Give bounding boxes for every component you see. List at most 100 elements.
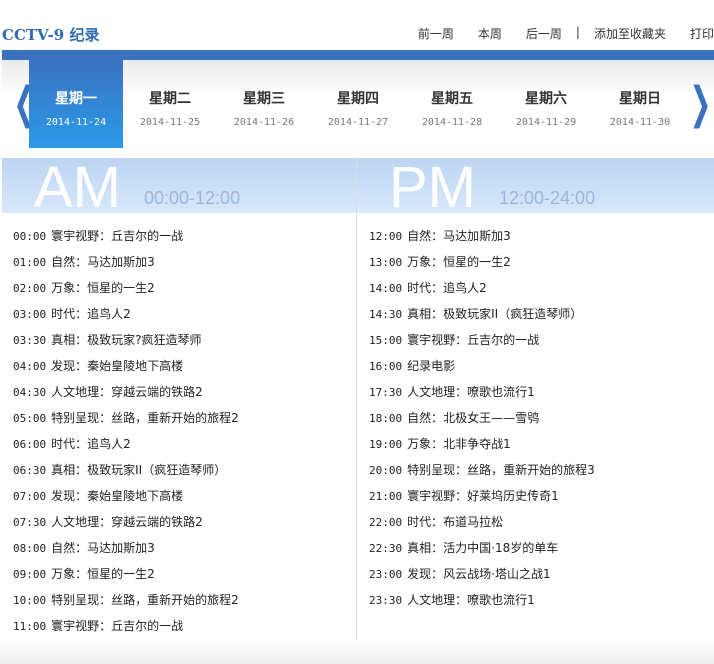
tab-day[interactable]: 星期一 2014-11-24: [29, 60, 123, 148]
program-title: 特别呈现：丝路，重新开始的旅程2: [51, 593, 239, 607]
program-title: 人文地理：嘹歌也流行1: [407, 593, 535, 607]
program-title: 真相：极致玩家?疯狂造琴师: [51, 333, 202, 347]
tab-day[interactable]: 星期五 2014-11-28: [405, 60, 499, 148]
program-title: 人文地理：穿越云端的铁路2: [51, 515, 203, 529]
program-time: 03:00: [13, 308, 47, 321]
program-row[interactable]: 04:00 发现：秦始皇陵地下高楼: [13, 356, 239, 382]
program-title: 自然：马达加斯加3: [51, 255, 155, 269]
program-row[interactable]: 18:00 自然：北极女王——雪鸮: [369, 408, 595, 434]
program-row[interactable]: 12:00 自然：马达加斯加3: [369, 226, 595, 252]
program-row[interactable]: 06:30 真相：极致玩家II（疯狂造琴师）: [13, 460, 239, 486]
tab-day-name: 星期四: [337, 91, 379, 107]
program-row[interactable]: 07:00 发现：秦始皇陵地下高楼: [13, 486, 239, 512]
next-arrow-icon[interactable]: ❯: [689, 82, 711, 126]
program-title: 寰宇视野：丘吉尔的一战: [407, 333, 540, 347]
tab-date: 2014-11-26: [233, 117, 295, 128]
program-title: 万象：恒星的一生2: [407, 255, 511, 269]
next-week-link[interactable]: 后一周: [526, 25, 562, 42]
tab-day[interactable]: 星期六 2014-11-29: [499, 60, 593, 148]
program-row[interactable]: 09:00 万象：恒星的一生2: [13, 564, 239, 590]
program-time: 06:30: [13, 464, 47, 477]
program-title: 特别呈现：丝路，重新开始的旅程3: [407, 463, 595, 477]
print-link[interactable]: 打印: [690, 25, 714, 42]
program-time: 23:00: [369, 568, 403, 581]
program-row[interactable]: 23:30 人文地理：嘹歌也流行1: [369, 590, 595, 616]
program-time: 09:00: [13, 568, 47, 581]
program-title: 时代：追鸟人2: [51, 307, 131, 321]
program-row[interactable]: 17:30 人文地理：嘹歌也流行1: [369, 382, 595, 408]
tab-date: 2014-11-30: [609, 117, 671, 128]
program-title: 万象：恒星的一生2: [51, 281, 155, 295]
header-bar: [2, 50, 714, 60]
program-time: 05:00: [13, 412, 47, 425]
pm-range: 12:00-24:00: [499, 188, 596, 208]
program-row[interactable]: 22:30 真相：活力中国·18岁的单车: [369, 538, 595, 564]
program-title: 人文地理：嘹歌也流行1: [407, 385, 535, 399]
tab-day[interactable]: 星期三 2014-11-26: [217, 60, 311, 148]
program-row[interactable]: 00:00 寰宇视野：丘吉尔的一战: [13, 226, 239, 252]
program-row[interactable]: 21:00 寰宇视野：好莱坞历史传奇1: [369, 486, 595, 512]
program-row[interactable]: 01:00 自然：马达加斯加3: [13, 252, 239, 278]
program-time: 14:00: [369, 282, 403, 295]
program-time: 21:00: [369, 490, 403, 503]
program-time: 19:00: [369, 438, 403, 451]
program-row[interactable]: 22:00 时代：布道马拉松: [369, 512, 595, 538]
pm-schedule: 12:00 自然：马达加斯加3 13:00 万象：恒星的一生2 14:00 时代：追鸟人2…: [369, 226, 595, 616]
program-row[interactable]: 08:00 自然：马达加斯加3: [13, 538, 239, 564]
program-row[interactable]: 10:00 特别呈现：丝路，重新开始的旅程2: [13, 590, 239, 616]
pm-label: PM: [389, 155, 476, 220]
program-time: 08:00: [13, 542, 47, 555]
prev-week-link[interactable]: 前一周: [418, 25, 454, 42]
program-row[interactable]: 15:00 寰宇视野：丘吉尔的一战: [369, 330, 595, 356]
program-row[interactable]: 05:00 特别呈现：丝路，重新开始的旅程2: [13, 408, 239, 434]
tab-date: 2014-11-28: [421, 117, 483, 128]
program-time: 04:30: [13, 386, 47, 399]
tab-day-name: 星期三: [243, 91, 285, 107]
tab-day-name: 星期六: [525, 91, 567, 107]
tab-date: 2014-11-24: [45, 117, 107, 128]
am-label: AM: [34, 155, 121, 220]
program-title: 人文地理：穿越云端的铁路2: [51, 385, 203, 399]
top-links: 前一周 本周 后一周 | 添加至收藏夹 打印: [394, 25, 714, 42]
add-favorite-link[interactable]: 添加至收藏夹: [594, 25, 666, 42]
program-row[interactable]: 20:00 特别呈现：丝路，重新开始的旅程3: [369, 460, 595, 486]
program-time: 11:00: [13, 620, 47, 633]
program-row[interactable]: 13:00 万象：恒星的一生2: [369, 252, 595, 278]
program-row[interactable]: 23:00 发现：风云战场·塔山之战1: [369, 564, 595, 590]
program-title: 时代：追鸟人2: [407, 281, 487, 295]
program-row[interactable]: 04:30 人文地理：穿越云端的铁路2: [13, 382, 239, 408]
program-title: 发现：秦始皇陵地下高楼: [51, 489, 184, 503]
program-row[interactable]: 02:00 万象：恒星的一生2: [13, 278, 239, 304]
program-title: 时代：布道马拉松: [407, 515, 504, 529]
program-time: 17:30: [369, 386, 403, 399]
program-time: 14:30: [369, 308, 403, 321]
footer: [0, 640, 714, 664]
program-time: 02:00: [13, 282, 47, 295]
program-title: 寰宇视野：丘吉尔的一战: [51, 229, 184, 243]
program-row[interactable]: 14:00 时代：追鸟人2: [369, 278, 595, 304]
program-time: 16:00: [369, 360, 403, 373]
program-row[interactable]: 11:00 寰宇视野：丘吉尔的一战: [13, 616, 239, 642]
program-title: 发现：秦始皇陵地下高楼: [51, 359, 184, 373]
program-time: 06:00: [13, 438, 47, 451]
tab-day-name: 星期二: [149, 91, 191, 107]
program-time: 15:00: [369, 334, 403, 347]
tab-day[interactable]: 星期二 2014-11-25: [123, 60, 217, 148]
program-time: 07:00: [13, 490, 47, 503]
program-time: 12:00: [369, 230, 403, 243]
program-row[interactable]: 14:30 真相：极致玩家II（疯狂造琴师）: [369, 304, 595, 330]
column-divider: [356, 158, 357, 640]
program-row[interactable]: 06:00 时代：追鸟人2: [13, 434, 239, 460]
program-time: 20:00: [369, 464, 403, 477]
this-week-link[interactable]: 本周: [478, 25, 502, 42]
tab-day-name: 星期日: [619, 91, 661, 107]
tab-day[interactable]: 星期日 2014-11-30: [593, 60, 687, 148]
program-time: 04:00: [13, 360, 47, 373]
program-row[interactable]: 03:00 时代：追鸟人2: [13, 304, 239, 330]
am-schedule: 00:00 寰宇视野：丘吉尔的一战 01:00 自然：马达加斯加3 02:00 万象：恒星…: [13, 226, 239, 642]
program-row[interactable]: 07:30 人文地理：穿越云端的铁路2: [13, 512, 239, 538]
tab-day[interactable]: 星期四 2014-11-27: [311, 60, 405, 148]
program-row[interactable]: 19:00 万象：北非争夺战1: [369, 434, 595, 460]
program-row[interactable]: 16:00 纪录电影: [369, 356, 595, 382]
program-row[interactable]: 03:30 真相：极致玩家?疯狂造琴师: [13, 330, 239, 356]
